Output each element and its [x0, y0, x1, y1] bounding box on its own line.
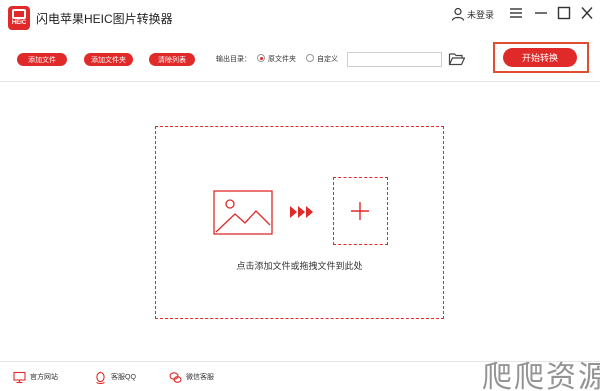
- menu-icon[interactable]: [508, 6, 524, 20]
- top-divider: [0, 81, 600, 82]
- add-folder-button[interactable]: 添加文件夹: [84, 53, 133, 66]
- minimize-icon[interactable]: [533, 6, 549, 20]
- wechat-icon: [169, 371, 182, 383]
- official-site-link[interactable]: 官方网站: [13, 370, 58, 384]
- official-site-label: 官方网站: [30, 374, 58, 381]
- drop-zone[interactable]: [155, 126, 444, 319]
- login-label: 未登录: [467, 9, 495, 20]
- login-button[interactable]: 未登录: [451, 7, 494, 21]
- wechat-service-label: 微信客服: [186, 374, 214, 381]
- start-convert-button[interactable]: 开始转换: [503, 48, 577, 67]
- monitor-icon: [13, 371, 26, 383]
- image-icon: [213, 190, 273, 235]
- app-logo-icon: HEIC: [8, 6, 30, 30]
- radio-custom[interactable]: [306, 54, 314, 62]
- watermark-text: 爬爬资源: [482, 360, 600, 391]
- qq-service-link[interactable]: 客服QQ: [94, 370, 136, 384]
- plus-icon[interactable]: [350, 201, 370, 221]
- drop-hint-text: 点击添加文件或拖拽文件到此处: [236, 261, 363, 271]
- add-file-button[interactable]: 添加文件: [17, 53, 67, 66]
- folder-open-icon[interactable]: [448, 50, 466, 68]
- output-dir-label: 输出目录：: [216, 56, 251, 63]
- close-icon[interactable]: [579, 6, 595, 20]
- wechat-service-link[interactable]: 微信客服: [169, 370, 214, 384]
- app-title: 闪电苹果HEIC图片转换器: [36, 12, 173, 26]
- qq-service-label: 客服QQ: [111, 374, 136, 381]
- title-bar: HEIC 闪电苹果HEIC图片转换器 未登录: [0, 0, 600, 36]
- watermark: 爬爬资源: [482, 352, 600, 391]
- radio-custom-label[interactable]: 自定义: [317, 54, 338, 64]
- user-icon: [451, 7, 465, 21]
- radio-source-folder[interactable]: [257, 54, 265, 62]
- arrows-right-icon: [290, 206, 313, 218]
- qq-icon: [96, 371, 105, 384]
- radio-source-folder-label[interactable]: 原文件夹: [268, 54, 296, 64]
- app-logo-text: HEIC: [11, 20, 27, 26]
- maximize-icon[interactable]: [556, 6, 572, 20]
- output-path-input[interactable]: [347, 52, 442, 67]
- clear-list-button[interactable]: 清除列表: [149, 53, 195, 66]
